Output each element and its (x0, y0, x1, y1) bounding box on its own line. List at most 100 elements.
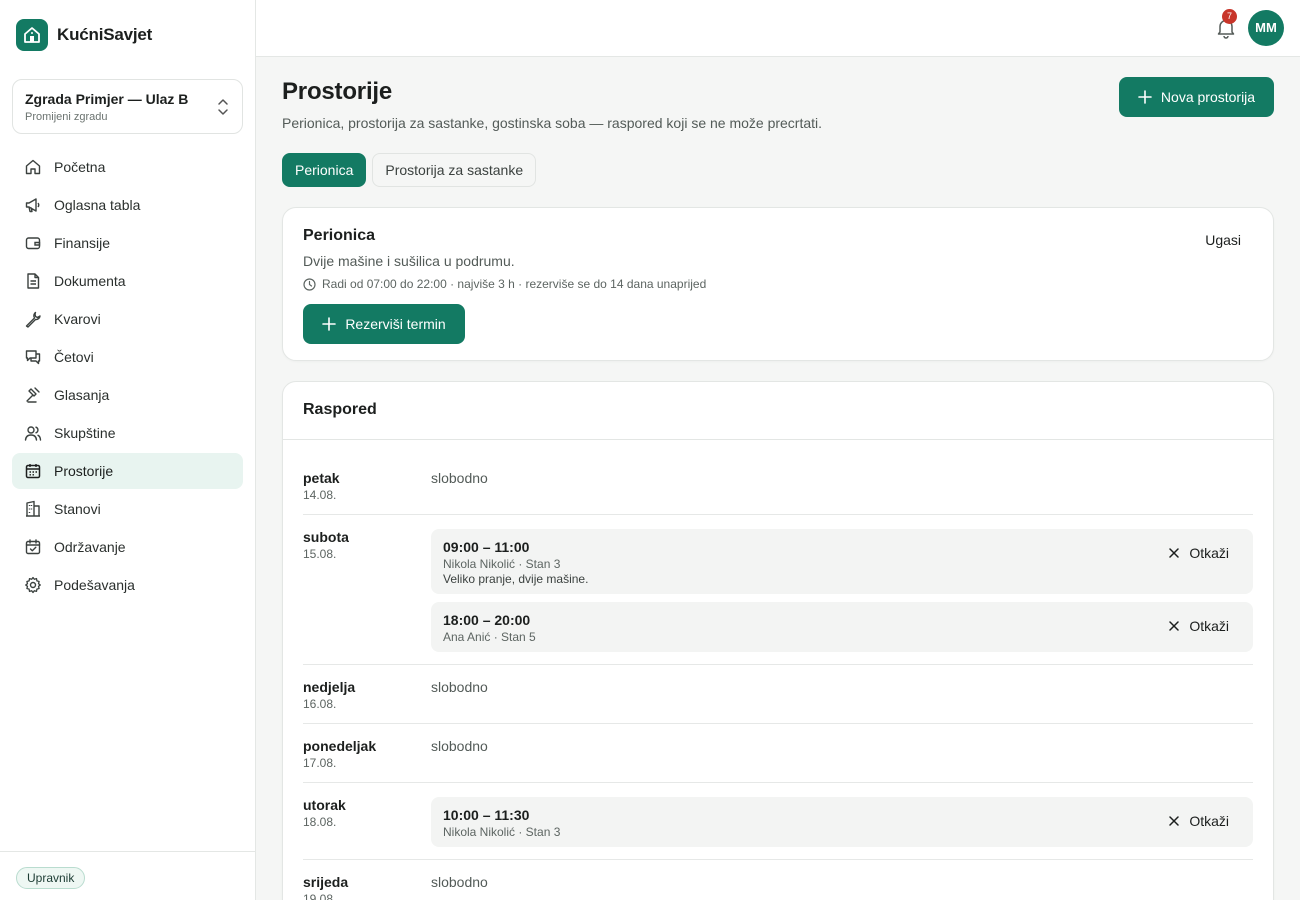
cancel-label: Otkaži (1189, 813, 1229, 829)
home-icon (24, 158, 42, 176)
sidebar-item-pocetna[interactable]: Početna (12, 149, 243, 185)
day-slots: slobodno (431, 874, 1253, 900)
tab-prostorija-za-sastanke[interactable]: Prostorija za sastanke (372, 153, 537, 187)
sidebar-item-kvarovi[interactable]: Kvarovi (12, 301, 243, 337)
schedule-card: Raspored petak 14.08. slobodno subota 15… (282, 381, 1274, 900)
room-meta: Radi od 07:00 do 22:00 · najviše 3 h · r… (303, 277, 706, 291)
sidebar-nav: Početna Oglasna tabla Finansije Dokument… (12, 149, 243, 605)
calendar-check-icon (24, 538, 42, 556)
users-icon (24, 424, 42, 442)
role-badge: Upravnik (16, 867, 86, 889)
sidebar-item-label: Dokumenta (54, 273, 126, 289)
topbar: 7 MM (256, 0, 1300, 57)
building-switch-label: Promijeni zgradu (25, 111, 108, 123)
gavel-icon (24, 386, 42, 404)
close-icon (1169, 621, 1180, 631)
room-tabs: Perionica Prostorija za sastanke (282, 153, 542, 187)
sidebar-item-podesavanja[interactable]: Podešavanja (12, 567, 243, 603)
sidebar-item-finansije[interactable]: Finansije (12, 225, 243, 261)
day-label: nedjelja 16.08. (303, 679, 431, 711)
room-description: Dvije mašine i sušilica u podrumu. (303, 253, 515, 269)
building-switcher[interactable]: Zgrada Primjer — Ulaz B Promijeni zgradu (12, 79, 243, 134)
slot-resident: Nikola Nikolić · Stan 3 (443, 557, 561, 571)
reservation-slot: 09:00 – 11:00 Nikola Nikolić · Stan 3 Ve… (431, 529, 1253, 594)
sidebar-item-odrzavanje[interactable]: Održavanje (12, 529, 243, 565)
reserve-slot-label: Rezerviši termin (345, 316, 446, 332)
day-date: 19.08. (303, 892, 337, 900)
sidebar-item-stanovi[interactable]: Stanovi (12, 491, 243, 527)
new-room-label: Nova prostorija (1160, 89, 1256, 105)
reserve-slot-button[interactable]: Rezerviši termin (303, 304, 465, 344)
slot-resident: Ana Anić · Stan 5 (443, 630, 536, 644)
free-label: slobodno (431, 679, 488, 695)
slot-resident: Nikola Nikolić · Stan 3 (443, 825, 561, 839)
sidebar-item-label: Održavanje (54, 539, 126, 555)
sidebar-item-cetovi[interactable]: Četovi (12, 339, 243, 375)
sidebar-item-oglasna-tabla[interactable]: Oglasna tabla (12, 187, 243, 223)
sidebar-item-skupstine[interactable]: Skupštine (12, 415, 243, 451)
day-name: utorak (303, 797, 346, 813)
day-slots: slobodno (431, 470, 1253, 502)
brand[interactable]: KućniSavjet (16, 19, 152, 51)
sidebar-item-label: Početna (54, 159, 106, 175)
new-room-button[interactable]: Nova prostorija (1119, 77, 1274, 117)
room-name: Perionica (303, 227, 376, 244)
sidebar-item-glasanja[interactable]: Glasanja (12, 377, 243, 413)
cancel-reservation-button[interactable]: Otkaži (1169, 813, 1229, 829)
building-name: Zgrada Primjer — Ulaz B (25, 91, 189, 107)
building-icon (24, 500, 42, 518)
wrench-icon (24, 310, 42, 328)
plus-icon (1138, 90, 1152, 104)
sidebar: KućniSavjet Zgrada Primjer — Ulaz B Prom… (0, 0, 256, 900)
day-label: ponedeljak 17.08. (303, 738, 431, 770)
day-slots: 10:00 – 11:30 Nikola Nikolić · Stan 3 Ot… (431, 797, 1253, 847)
chevron-up-down-icon (217, 98, 229, 121)
sidebar-item-label: Stanovi (54, 501, 101, 517)
day-date: 18.08. (303, 815, 337, 829)
day-name: subota (303, 529, 349, 545)
sidebar-item-label: Skupštine (54, 425, 116, 441)
cancel-label: Otkaži (1189, 545, 1229, 561)
disable-room-button[interactable]: Ugasi (1205, 232, 1241, 248)
day-row: utorak 18.08. 10:00 – 11:30 Nikola Nikol… (303, 783, 1253, 860)
sidebar-item-label: Četovi (54, 349, 94, 365)
sidebar-item-prostorije[interactable]: Prostorije (12, 453, 243, 489)
cancel-reservation-button[interactable]: Otkaži (1169, 545, 1229, 561)
sidebar-item-label: Podešavanja (54, 577, 135, 593)
tab-perionica[interactable]: Perionica (282, 153, 367, 187)
slot-time: 18:00 – 20:00 (443, 612, 531, 628)
sidebar-item-label: Glasanja (54, 387, 110, 403)
page-title: Prostorije (282, 78, 393, 105)
plus-icon (322, 317, 337, 331)
reservation-slot: 18:00 – 20:00 Ana Anić · Stan 5 Otkaži (431, 602, 1253, 652)
day-row: petak 14.08. slobodno (303, 454, 1253, 515)
day-label: srijeda 19.08. (303, 874, 431, 900)
page-subtitle: Perionica, prostorija za sastanke, gosti… (282, 115, 823, 131)
notification-count-badge: 7 (1222, 9, 1237, 24)
megaphone-icon (24, 196, 42, 214)
day-name: ponedeljak (303, 738, 377, 754)
free-label: slobodno (431, 874, 488, 890)
sidebar-footer: Upravnik (0, 851, 255, 900)
day-label: subota 15.08. (303, 529, 431, 652)
room-card: Perionica Dvije mašine i sušilica u podr… (282, 207, 1274, 361)
cancel-reservation-button[interactable]: Otkaži (1169, 618, 1229, 634)
close-icon (1169, 548, 1180, 558)
slot-note: Veliko pranje, dvije mašine. (443, 572, 589, 586)
day-row: srijeda 19.08. slobodno (303, 860, 1253, 900)
free-label: slobodno (431, 738, 488, 754)
house-logo-icon (16, 19, 48, 51)
day-name: nedjelja (303, 679, 356, 695)
avatar[interactable]: MM (1248, 10, 1284, 46)
wallet-icon (24, 234, 42, 252)
slot-time: 09:00 – 11:00 (443, 539, 530, 555)
day-slots: slobodno (431, 738, 1253, 770)
day-label: utorak 18.08. (303, 797, 431, 847)
day-name: petak (303, 470, 340, 486)
sidebar-item-dokumenta[interactable]: Dokumenta (12, 263, 243, 299)
sidebar-item-label: Kvarovi (54, 311, 101, 327)
day-name: srijeda (303, 874, 349, 890)
app-name: KućniSavjet (57, 25, 153, 44)
document-icon (24, 272, 42, 290)
reservation-slot: 10:00 – 11:30 Nikola Nikolić · Stan 3 Ot… (431, 797, 1253, 847)
